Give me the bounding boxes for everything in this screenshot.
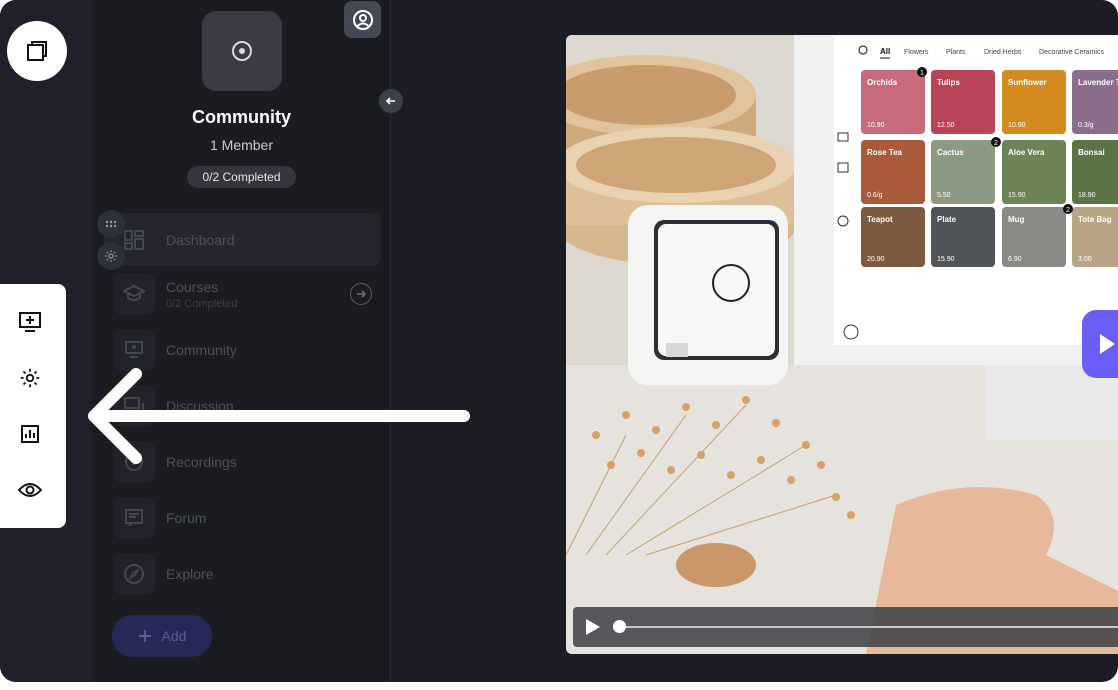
product-name-orchids: Orchids bbox=[867, 78, 898, 87]
nav-item-forum[interactable]: Forum bbox=[104, 490, 381, 546]
shop-tab-dried-herbs: Dried Herbs bbox=[984, 49, 1022, 56]
analytics-icon bbox=[21, 425, 39, 443]
community-avatar[interactable] bbox=[202, 11, 282, 91]
product-name-rose-tea: Rose Tea bbox=[867, 148, 903, 157]
preview-button[interactable] bbox=[17, 477, 43, 503]
grip-dots-icon bbox=[105, 220, 117, 228]
shop-tab-ceramics: Decorative Ceramics bbox=[1039, 49, 1104, 56]
side-play-button[interactable] bbox=[1082, 310, 1118, 378]
nav-sub-courses: 0/2 Completed bbox=[166, 297, 238, 310]
product-name-lavender: Lavender Tea bbox=[1078, 78, 1118, 87]
analytics-button[interactable] bbox=[17, 421, 43, 447]
compass-icon bbox=[113, 553, 155, 595]
graduation-cap-icon bbox=[113, 273, 155, 315]
workspace-logo[interactable] bbox=[7, 21, 67, 81]
item-settings-button[interactable] bbox=[97, 242, 125, 270]
badge-cactus: 2 bbox=[994, 140, 998, 147]
product-price-rose-tea: 0.6/g bbox=[867, 192, 883, 199]
member-count: 1 Member bbox=[209, 137, 274, 153]
product-price-plate: 15.90 bbox=[937, 256, 955, 263]
product-name-plate: Plate bbox=[937, 215, 957, 224]
product-name-teapot: Teapot bbox=[867, 215, 893, 224]
drag-handle[interactable] bbox=[97, 210, 125, 238]
nav-label-community: Community bbox=[166, 342, 237, 358]
product-name-aloe: Aloe Vera bbox=[1008, 148, 1045, 157]
profile-button[interactable] bbox=[344, 1, 381, 38]
play-icon bbox=[1100, 334, 1115, 354]
nav-item-explore[interactable]: Explore bbox=[104, 546, 381, 602]
target-icon bbox=[232, 41, 252, 61]
copy-icon bbox=[27, 41, 47, 61]
video-controls bbox=[573, 607, 1118, 647]
nav-label-courses: Courses bbox=[166, 278, 219, 295]
shop-tab-flowers: Flowers bbox=[904, 49, 929, 56]
arrow-left-icon bbox=[385, 97, 395, 105]
progress-track[interactable] bbox=[613, 626, 1118, 628]
product-price-teapot: 20.90 bbox=[867, 256, 885, 263]
shop-tab-plants: Plants bbox=[946, 49, 966, 56]
product-price-aloe: 15.90 bbox=[1008, 192, 1026, 199]
gear-icon bbox=[105, 250, 117, 262]
settings-button[interactable] bbox=[17, 365, 43, 391]
product-name-mug: Mug bbox=[1008, 215, 1025, 224]
shop-tab-all: All bbox=[880, 47, 890, 56]
user-circle-icon bbox=[352, 9, 373, 30]
community-title: Community bbox=[192, 107, 291, 127]
product-price-lavender: 0.3/g bbox=[1078, 122, 1094, 129]
product-grid bbox=[861, 70, 1118, 267]
product-price-tulips: 12.50 bbox=[937, 122, 955, 129]
plus-icon bbox=[138, 630, 151, 642]
product-price-tote: 3.00 bbox=[1078, 256, 1092, 263]
product-price-sunflower: 10.90 bbox=[1008, 122, 1026, 129]
video-preview[interactable]: All Flowers Plants Dried Herbs Decorativ… bbox=[566, 35, 1118, 654]
badge-orchids: 1 bbox=[920, 70, 924, 77]
nav-item-courses[interactable]: Courses 0/2 Completed bbox=[104, 266, 381, 322]
settings-icon bbox=[20, 368, 40, 388]
nav-label-forum: Forum bbox=[166, 510, 207, 526]
product-price-cactus: 5.50 bbox=[937, 192, 951, 199]
arrow-left-icon bbox=[88, 368, 470, 464]
product-name-cactus: Cactus bbox=[937, 148, 964, 157]
nav-label-explore: Explore bbox=[166, 566, 214, 582]
product-name-tote: Tote Bag bbox=[1078, 215, 1112, 224]
nav-label-dashboard: Dashboard bbox=[166, 231, 235, 248]
preview-icon bbox=[18, 483, 42, 497]
product-name-sunflower: Sunflower bbox=[1008, 78, 1047, 87]
progress-handle[interactable] bbox=[613, 620, 626, 633]
open-courses-button[interactable] bbox=[350, 283, 372, 305]
forum-icon bbox=[113, 497, 155, 539]
add-screen-button[interactable] bbox=[17, 309, 43, 335]
product-name-tulips: Tulips bbox=[937, 78, 961, 87]
add-button[interactable]: Add bbox=[112, 615, 212, 657]
product-price-mug: 6.90 bbox=[1008, 256, 1022, 263]
badge-mug: 2 bbox=[1066, 207, 1070, 214]
collapse-panel-button[interactable] bbox=[379, 89, 403, 113]
product-photo: All Flowers Plants Dried Herbs Decorativ… bbox=[566, 35, 1118, 654]
editor-toolbar bbox=[0, 284, 66, 528]
add-button-label: Add bbox=[161, 628, 187, 644]
product-price-bonsai: 18.90 bbox=[1078, 192, 1096, 199]
product-name-bonsai: Bonsai bbox=[1078, 148, 1105, 157]
app-frame: Community 1 Member 0/2 Completed Dashboa… bbox=[0, 0, 1118, 682]
nav-item-dashboard[interactable]: Dashboard bbox=[104, 213, 381, 266]
arrow-right-icon bbox=[357, 290, 367, 298]
play-icon[interactable] bbox=[585, 618, 601, 636]
add-screen-icon bbox=[19, 312, 41, 332]
progress-badge: 0/2 Completed bbox=[187, 166, 296, 188]
product-price-orchids: 10.90 bbox=[867, 122, 885, 129]
